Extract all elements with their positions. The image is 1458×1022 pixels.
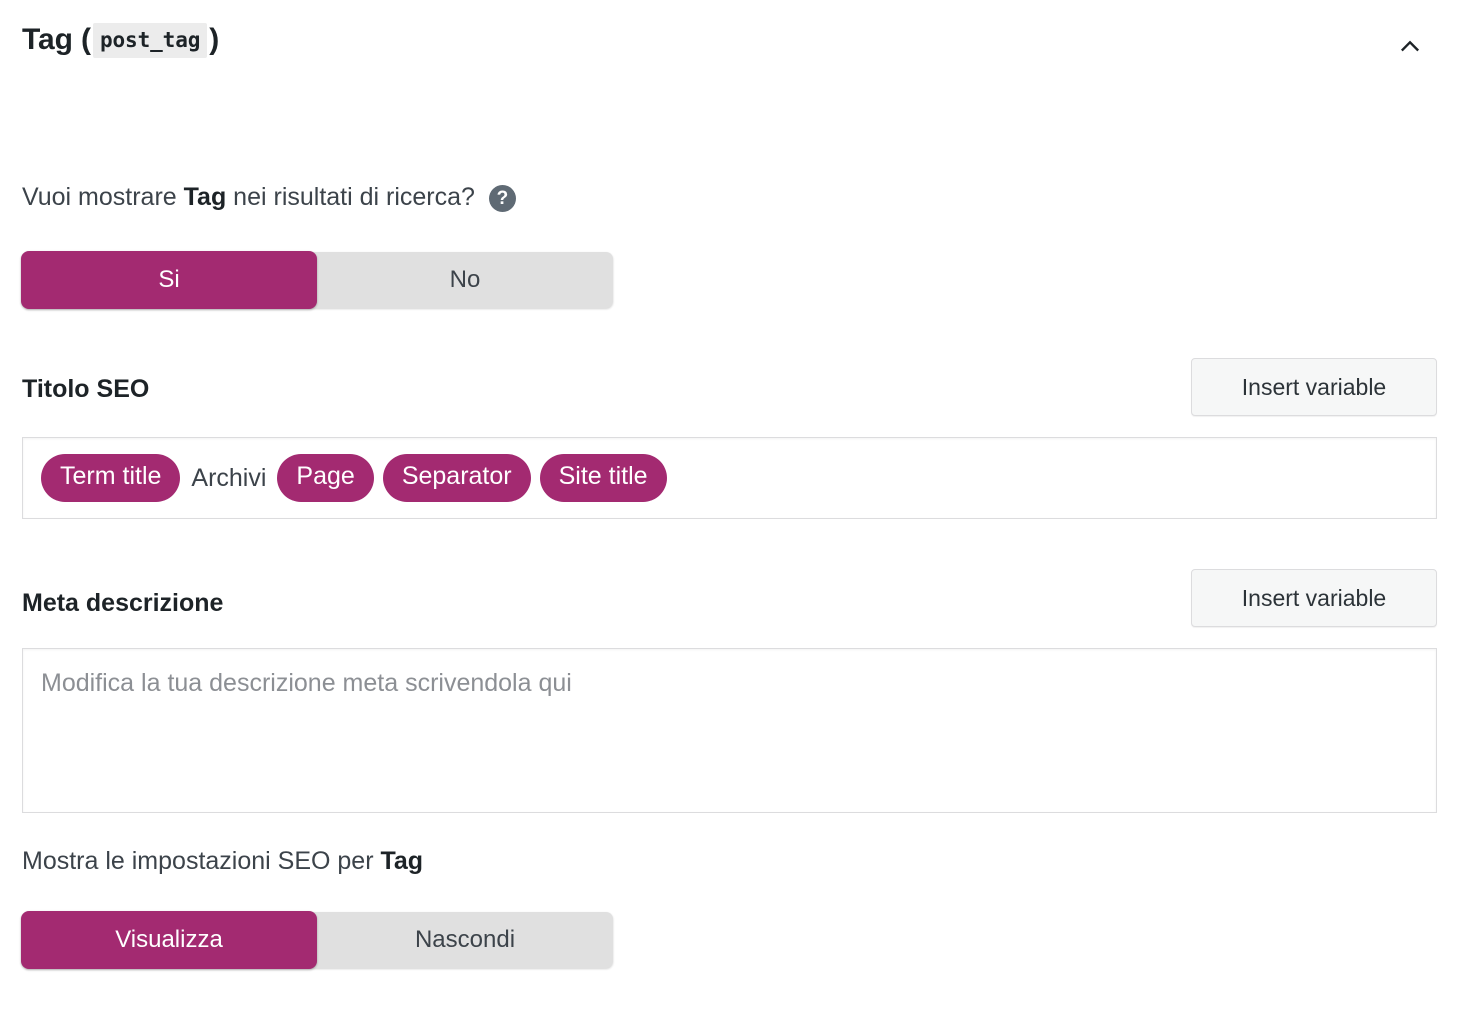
meta-description-label: Meta descrizione xyxy=(22,589,224,617)
variable-token-separator[interactable]: Separator xyxy=(382,454,531,502)
variable-token-site-title[interactable]: Site title xyxy=(539,454,667,502)
search-visibility-label: Vuoi mostrare Tag nei risultati di ricer… xyxy=(22,182,475,212)
search-visibility-option-yes[interactable]: Si xyxy=(21,251,317,309)
collapse-panel-button[interactable] xyxy=(1384,26,1436,66)
search-visibility-option-no[interactable]: No xyxy=(317,252,613,308)
meta-description-input[interactable] xyxy=(22,648,1437,813)
variable-token-page[interactable]: Page xyxy=(277,454,374,502)
show-settings-option-show[interactable]: Visualizza xyxy=(21,911,317,969)
help-icon[interactable]: ? xyxy=(488,184,516,212)
insert-variable-button-title[interactable]: Insert variable xyxy=(1191,358,1437,416)
seo-title-input[interactable]: Term title Archivi Page Separator Site t… xyxy=(22,437,1437,519)
page-title: Tag (post_tag) xyxy=(22,20,1436,62)
show-settings-prefix: Mostra le impostazioni SEO per xyxy=(22,847,381,875)
panel-header: Tag (post_tag) xyxy=(22,20,1436,80)
question-prefix: Vuoi mostrare xyxy=(22,183,184,211)
seo-taxonomy-settings-panel: Tag (post_tag) Vuoi mostrare Tag nei ris… xyxy=(0,0,1458,1022)
seo-title-plain-text: Archivi xyxy=(191,463,267,492)
seo-title-label: Titolo SEO xyxy=(22,375,150,403)
show-settings-toggle[interactable]: Visualizza Nascondi xyxy=(21,911,613,969)
insert-variable-button-description[interactable]: Insert variable xyxy=(1191,569,1437,627)
show-settings-strong: Tag xyxy=(380,847,424,875)
variable-token-term-title[interactable]: Term title xyxy=(41,454,181,502)
question-suffix: nei risultati di ricerca? xyxy=(226,183,475,211)
taxonomy-slug-code: post_tag xyxy=(92,23,208,58)
page-title-suffix: ) xyxy=(209,23,220,56)
question-strong: Tag xyxy=(183,183,227,211)
search-visibility-toggle[interactable]: Si No xyxy=(21,251,613,309)
chevron-up-icon xyxy=(1399,35,1421,57)
show-settings-label: Mostra le impostazioni SEO per Tag xyxy=(22,846,423,876)
page-title-prefix: Tag ( xyxy=(22,23,91,56)
search-visibility-question: Vuoi mostrare Tag nei risultati di ricer… xyxy=(22,182,516,212)
show-settings-option-hide[interactable]: Nascondi xyxy=(317,912,613,968)
